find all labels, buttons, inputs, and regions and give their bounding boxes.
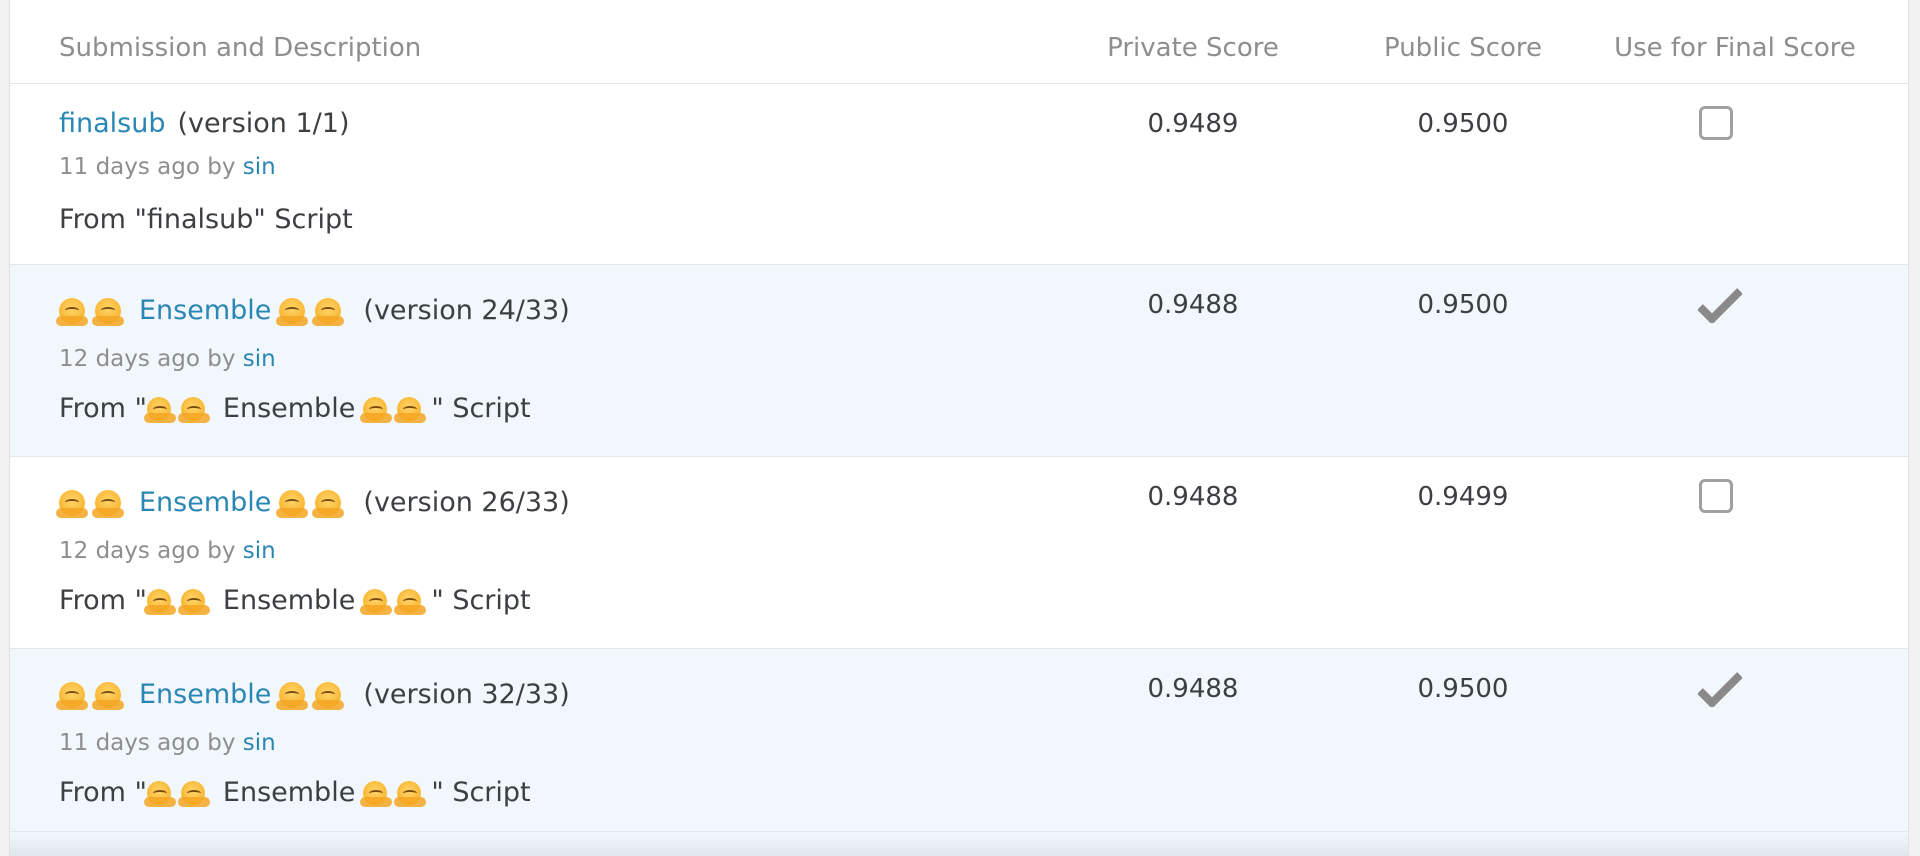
empty-checkbox-icon[interactable] (1699, 106, 1733, 140)
submission-meta: 12 days ago by sin (59, 538, 276, 564)
submission-version: (version 24/33) (363, 295, 570, 326)
hugging-face-emoji-icon (56, 681, 88, 710)
submission-meta: 11 days ago by sin (59, 154, 276, 180)
hugging-face-emoji-icon (360, 588, 393, 615)
hugging-face-emoji-icon (143, 396, 176, 423)
submission-version: (version 32/33) (363, 679, 570, 710)
hugging-face-emoji-icon (177, 588, 210, 615)
submission-user-link[interactable]: sin (243, 538, 276, 564)
public-score: 0.9500 (1417, 674, 1509, 704)
description-name: Ensemble (222, 777, 356, 808)
hugging-face-emoji-icon (56, 489, 88, 518)
submission-version: (version 1/1) (177, 108, 350, 139)
hugging-face-emoji-icon (360, 396, 393, 423)
submission-title: Ensemble (version 32/33) (56, 679, 570, 710)
private-score: 0.9488 (1147, 482, 1239, 512)
submission-link[interactable]: Ensemble (139, 487, 271, 518)
table-row: finalsub (version 1/1) 11 days ago by si… (10, 84, 1908, 265)
submission-age: 12 days ago by (59, 346, 236, 372)
submission-user-link[interactable]: sin (243, 346, 276, 372)
header-public-score[interactable]: Public Score (1363, 33, 1563, 63)
hugging-face-emoji-icon (394, 780, 427, 807)
table-row: Ensemble (version 26/33) 12 days ago by … (10, 457, 1908, 649)
description-text: From "finalsub" Script (59, 204, 353, 235)
submission-version: (version 26/33) (363, 487, 570, 518)
private-score: 0.9488 (1147, 290, 1239, 320)
submission-age: 11 days ago by (59, 730, 236, 756)
empty-checkbox-icon[interactable] (1699, 479, 1733, 513)
submission-title: Ensemble (version 24/33) (56, 295, 570, 326)
private-score: 0.9488 (1147, 674, 1239, 704)
description-prefix: From " (59, 777, 147, 808)
submission-title: finalsub (version 1/1) (59, 108, 349, 139)
hugging-face-emoji-icon (312, 681, 345, 710)
table-row: Ensemble (version 24/33) 12 days ago by … (10, 265, 1908, 457)
submission-age: 12 days ago by (59, 538, 236, 564)
description-suffix: " Script (431, 777, 531, 808)
submission-age: 11 days ago by (59, 154, 236, 180)
description-suffix: " Script (431, 585, 531, 616)
submission-link[interactable]: Ensemble (139, 295, 271, 326)
description-prefix: From " (59, 585, 147, 616)
public-score: 0.9500 (1417, 109, 1509, 139)
hugging-face-emoji-icon (312, 489, 345, 518)
hugging-face-emoji-icon (92, 297, 124, 326)
checkmark-icon[interactable] (1698, 671, 1742, 707)
description-prefix: From " (59, 393, 147, 424)
table-header: Submission and Description Private Score… (10, 0, 1908, 84)
submissions-table: Submission and Description Private Score… (9, 0, 1909, 856)
header-private-score[interactable]: Private Score (1093, 33, 1293, 63)
header-submission: Submission and Description (59, 33, 422, 63)
submission-description: From " Ensemble " Script (59, 585, 531, 616)
submission-user-link[interactable]: sin (243, 730, 276, 756)
private-score: 0.9489 (1147, 109, 1239, 139)
hugging-face-emoji-icon (276, 489, 309, 518)
submission-description: From "finalsub" Script (59, 204, 353, 235)
hugging-face-emoji-icon (56, 297, 88, 326)
hugging-face-emoji-icon (143, 780, 176, 807)
hugging-face-emoji-icon (276, 297, 309, 326)
public-score: 0.9499 (1417, 482, 1509, 512)
hugging-face-emoji-icon (177, 396, 210, 423)
submission-title: Ensemble (version 26/33) (56, 487, 570, 518)
submission-link[interactable]: finalsub (59, 108, 165, 139)
checkmark-icon[interactable] (1698, 287, 1742, 323)
hugging-face-emoji-icon (92, 681, 124, 710)
submission-description: From " Ensemble " Script (59, 777, 531, 808)
header-use-final: Use for Final Score (1614, 33, 1856, 63)
hugging-face-emoji-icon (143, 588, 176, 615)
submission-meta: 11 days ago by sin (59, 730, 276, 756)
submission-description: From " Ensemble " Script (59, 393, 531, 424)
hugging-face-emoji-icon (394, 588, 427, 615)
hugging-face-emoji-icon (394, 396, 427, 423)
description-name: Ensemble (222, 393, 356, 424)
public-score: 0.9500 (1417, 290, 1509, 320)
submission-user-link[interactable]: sin (243, 154, 276, 180)
table-row: Ensemble (version 32/33) 11 days ago by … (10, 649, 1908, 856)
hugging-face-emoji-icon (92, 489, 124, 518)
hugging-face-emoji-icon (276, 681, 309, 710)
hugging-face-emoji-icon (312, 297, 345, 326)
hugging-face-emoji-icon (177, 780, 210, 807)
description-suffix: " Script (431, 393, 531, 424)
hugging-face-emoji-icon (360, 780, 393, 807)
submission-meta: 12 days ago by sin (59, 346, 276, 372)
submission-link[interactable]: Ensemble (139, 679, 271, 710)
scroll-fade (10, 831, 1908, 856)
description-name: Ensemble (222, 585, 356, 616)
